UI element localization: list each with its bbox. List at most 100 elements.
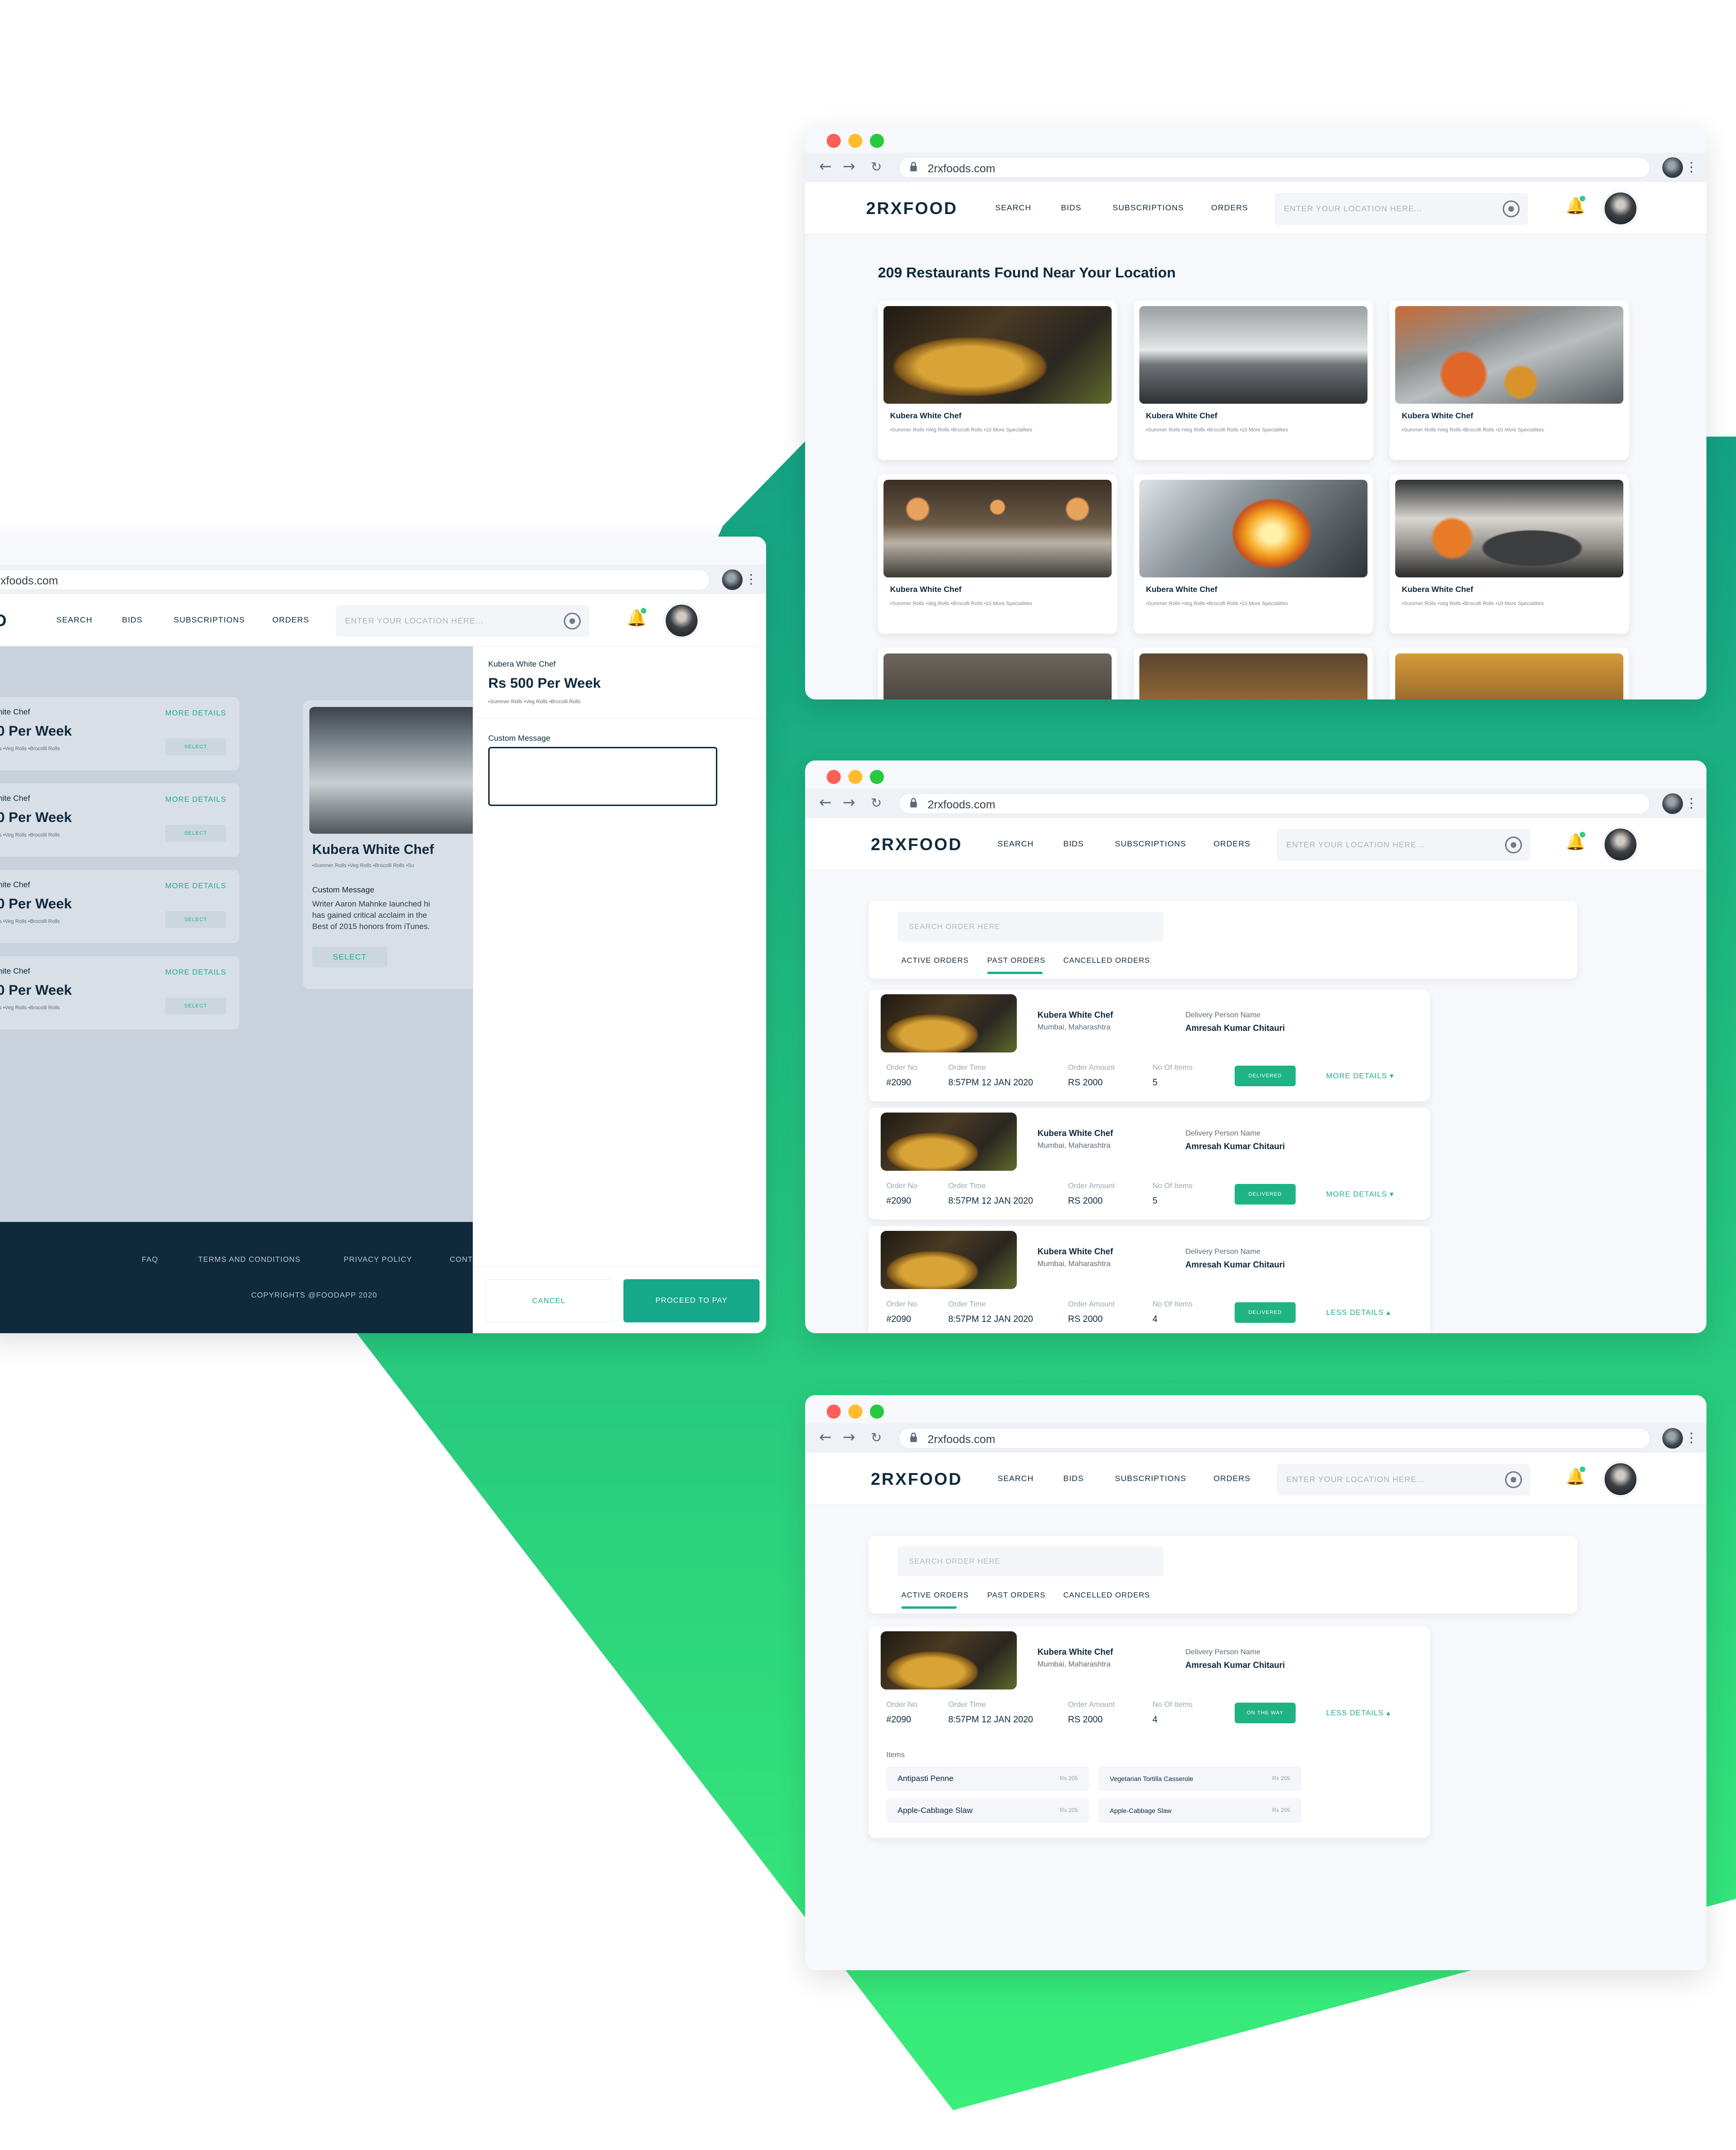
maximize-dot[interactable] [870, 1405, 884, 1419]
order-search-input[interactable]: SEARCH ORDER HERE [898, 1546, 1163, 1576]
footer-contact[interactable]: CONT [450, 1256, 473, 1264]
user-avatar[interactable] [664, 603, 699, 638]
url-bar[interactable]: 2rxfoods.com [899, 1428, 1650, 1449]
select-button[interactable]: SELECT [165, 738, 226, 755]
forward-arrow-icon[interactable]: → [843, 793, 855, 811]
restaurant-card[interactable]: Kubera White Chef •Summer Rolls •Veg Rol… [1390, 300, 1629, 460]
maximize-dot[interactable] [870, 134, 884, 148]
nav-bids[interactable]: BIDS [1063, 1474, 1084, 1483]
restaurant-card[interactable] [1390, 648, 1629, 699]
nav-orders[interactable]: ORDERS [272, 615, 309, 625]
tab-active-orders[interactable]: ACTIVE ORDERS [901, 957, 969, 965]
user-avatar[interactable] [1603, 827, 1638, 862]
brand-logo[interactable]: 2RXFOOD [871, 835, 962, 854]
more-details-link[interactable]: MORE DETAILS ▾ [1326, 1071, 1394, 1081]
select-button[interactable]: SELECT [165, 911, 226, 928]
user-avatar[interactable] [1603, 1462, 1638, 1497]
location-input[interactable]: ENTER YOUR LOCATION HERE... [336, 605, 589, 637]
subscription-card[interactable]: ra White Chef 500 Per Week ner Rolls •Ve… [0, 697, 239, 770]
subscription-card[interactable]: ra White Chef 500 Per Week ner Rolls •Ve… [0, 956, 239, 1029]
more-details-link[interactable]: MORE DETAILS [165, 709, 226, 718]
nav-orders[interactable]: ORDERS [1211, 203, 1248, 213]
minimize-dot[interactable] [848, 1405, 862, 1419]
select-button[interactable]: SELECT [165, 998, 226, 1014]
nav-search[interactable]: SEARCH [995, 203, 1031, 213]
order-search-input[interactable]: SEARCH ORDER HERE [898, 912, 1163, 942]
reload-icon[interactable]: ↻ [871, 159, 882, 175]
minimize-dot[interactable] [848, 770, 862, 784]
close-dot[interactable] [827, 134, 841, 148]
back-arrow-icon[interactable]: ← [819, 1428, 832, 1446]
forward-arrow-icon[interactable]: → [843, 157, 855, 175]
nav-orders[interactable]: ORDERS [1214, 839, 1251, 849]
url-bar[interactable]: 2rxfoods.com [899, 157, 1650, 178]
url-bar[interactable]: xfoods.com [0, 569, 710, 590]
detail-select-button[interactable]: SELECT [312, 947, 387, 968]
more-details-link[interactable]: MORE DETAILS [165, 796, 226, 804]
reload-icon[interactable]: ↻ [871, 795, 882, 811]
tab-past-orders[interactable]: PAST ORDERS [987, 1591, 1045, 1600]
footer-terms[interactable]: TERMS AND CONDITIONS [198, 1256, 300, 1264]
more-details-link[interactable]: MORE DETAILS [165, 882, 226, 891]
proceed-to-pay-button[interactable]: PROCEED TO PAY [623, 1279, 760, 1322]
browser-profile-avatar[interactable] [1662, 157, 1683, 178]
footer-privacy[interactable]: PRIVACY POLICY [344, 1256, 412, 1264]
tab-cancelled-orders[interactable]: CANCELLED ORDERS [1063, 1591, 1150, 1600]
locate-target-icon[interactable] [1505, 837, 1522, 853]
browser-menu-icon[interactable]: ⋮ [1685, 1430, 1698, 1445]
less-details-link[interactable]: LESS DETAILS ▴ [1326, 1708, 1390, 1718]
location-input[interactable]: ENTER YOUR LOCATION HERE... [1277, 829, 1530, 861]
locate-target-icon[interactable] [1503, 200, 1520, 217]
browser-profile-avatar[interactable] [722, 569, 743, 590]
browser-profile-avatar[interactable] [1662, 1428, 1683, 1449]
locate-target-icon[interactable] [564, 613, 581, 630]
restaurant-card[interactable]: Kubera White Chef •Summer Rolls •Veg Rol… [1134, 300, 1373, 460]
nav-bids[interactable]: BIDS [1061, 203, 1082, 213]
more-details-link[interactable]: MORE DETAILS [165, 968, 226, 977]
browser-menu-icon[interactable]: ⋮ [745, 571, 758, 587]
back-arrow-icon[interactable]: ← [819, 793, 832, 811]
notification-bell-icon[interactable]: 🔔 [627, 608, 646, 630]
nav-search[interactable]: SEARCH [998, 839, 1034, 849]
browser-menu-icon[interactable]: ⋮ [1685, 159, 1698, 175]
nav-subscriptions[interactable]: SUBSCRIPTIONS [1115, 1474, 1186, 1483]
notification-bell-icon[interactable]: 🔔 [1566, 832, 1585, 853]
restaurant-card[interactable] [1134, 648, 1373, 699]
subscription-card[interactable]: ra White Chef 500 Per Week ner Rolls •Ve… [0, 870, 239, 943]
close-dot[interactable] [827, 1405, 841, 1419]
forward-arrow-icon[interactable]: → [843, 1428, 855, 1446]
tab-active-orders[interactable]: ACTIVE ORDERS [901, 1591, 969, 1600]
restaurant-card[interactable]: Kubera White Chef •Summer Rolls •Veg Rol… [1134, 474, 1373, 634]
restaurant-card[interactable]: Kubera White Chef •Summer Rolls •Veg Rol… [878, 300, 1117, 460]
nav-search[interactable]: SEARCH [56, 615, 92, 625]
browser-profile-avatar[interactable] [1662, 793, 1683, 814]
brand-logo[interactable]: 2RXFOOD [866, 199, 958, 218]
nav-bids[interactable]: BIDS [1063, 839, 1084, 849]
nav-subscriptions[interactable]: SUBSCRIPTIONS [1113, 203, 1184, 213]
nav-subscriptions[interactable]: SUBSCRIPTIONS [174, 615, 245, 625]
notification-bell-icon[interactable]: 🔔 [1566, 1467, 1585, 1488]
maximize-dot[interactable] [870, 770, 884, 784]
restaurant-card[interactable]: Kubera White Chef •Summer Rolls •Veg Rol… [1390, 474, 1629, 634]
nav-bids[interactable]: BIDS [122, 615, 143, 625]
restaurant-card[interactable]: Kubera White Chef •Summer Rolls •Veg Rol… [878, 474, 1117, 634]
location-input[interactable]: ENTER YOUR LOCATION HERE... [1277, 1464, 1530, 1496]
subscription-card[interactable]: ra White Chef 500 Per Week ner Rolls •Ve… [0, 783, 239, 857]
url-bar[interactable]: 2rxfoods.com [899, 793, 1650, 814]
user-avatar[interactable] [1603, 191, 1638, 226]
brand-logo[interactable]: D [0, 611, 8, 630]
less-details-link[interactable]: LESS DETAILS ▴ [1326, 1308, 1390, 1317]
nav-search[interactable]: SEARCH [998, 1474, 1034, 1483]
restaurant-card[interactable] [878, 648, 1117, 699]
minimize-dot[interactable] [848, 134, 862, 148]
nav-orders[interactable]: ORDERS [1214, 1474, 1251, 1483]
select-button[interactable]: SELECT [165, 825, 226, 842]
custom-message-textarea[interactable] [488, 747, 717, 806]
brand-logo[interactable]: 2RXFOOD [871, 1469, 962, 1489]
tab-past-orders[interactable]: PAST ORDERS [987, 957, 1045, 965]
footer-faq[interactable]: FAQ [142, 1256, 158, 1264]
cancel-button[interactable]: CANCEL [485, 1279, 612, 1322]
notification-bell-icon[interactable]: 🔔 [1566, 196, 1585, 217]
back-arrow-icon[interactable]: ← [819, 157, 832, 175]
more-details-link[interactable]: MORE DETAILS ▾ [1326, 1190, 1394, 1199]
